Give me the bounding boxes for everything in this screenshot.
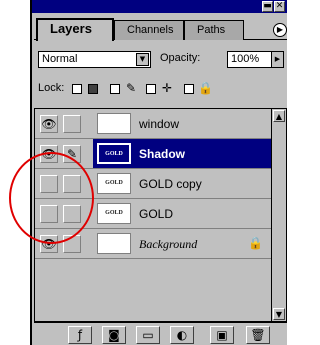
palette-tabs: Layers Channels Paths ▶ [34, 18, 287, 41]
lock-row: Lock: ✎ ✛ 🔒 [38, 81, 283, 97]
layers-scrollbar[interactable]: ▲ ▼ [272, 108, 287, 322]
blend-mode-select[interactable]: Normal ▼ [38, 51, 151, 68]
palette-bottom-bar: ƒ ◙ ▭ ◐ ▣ 🗑 [34, 322, 287, 345]
tab-paths[interactable]: Paths [184, 20, 244, 40]
layer-thumbnail: GOLD [97, 143, 131, 164]
lock-position-checkbox[interactable] [146, 84, 156, 94]
tab-layers[interactable]: Layers [36, 18, 114, 41]
layer-thumbnail [97, 233, 131, 254]
layer-style-button[interactable]: ƒ [68, 326, 92, 344]
opacity-arrow-button[interactable]: ▶ [271, 51, 284, 68]
eye-icon[interactable]: 👁 [40, 115, 58, 133]
brush-icon: ✎ [125, 81, 137, 95]
lock-pixels-grid-icon [88, 84, 98, 94]
layer-name: Shadow [139, 147, 186, 161]
opacity-label: Opacity: [160, 52, 201, 64]
palette-title-bar[interactable]: ▬ ✕ [32, 0, 287, 13]
lock-label: Lock: [38, 82, 65, 94]
link-slot[interactable] [63, 115, 81, 133]
trash-button[interactable]: 🗑 [246, 326, 270, 344]
lock-image-checkbox[interactable] [110, 84, 120, 94]
opacity-input[interactable]: 100% [227, 51, 272, 68]
layer-name-area[interactable]: GOLD Shadow [93, 139, 271, 168]
layer-name: GOLD [139, 207, 174, 221]
lock-all-checkbox[interactable] [184, 84, 194, 94]
lock-icon: 🔒 [248, 236, 263, 250]
layer-row-window[interactable]: 👁 window [35, 109, 271, 139]
layer-thumbnail: GOLD [97, 173, 131, 194]
layer-name-area[interactable]: GOLD GOLD [93, 199, 271, 228]
layer-thumbnail [97, 113, 131, 134]
layer-name: Background [139, 237, 198, 251]
layer-thumbnail: GOLD [97, 203, 131, 224]
lock-transparency-checkbox[interactable] [72, 84, 82, 94]
blend-mode-value: Normal [42, 53, 78, 65]
add-mask-button[interactable]: ◙ [102, 326, 126, 344]
new-layer-button[interactable]: ▣ [210, 326, 234, 344]
tab-channels[interactable]: Channels [114, 20, 184, 40]
layer-name: window [139, 117, 180, 131]
layer-name-area[interactable]: window [93, 109, 271, 138]
new-set-button[interactable]: ▭ [136, 326, 160, 344]
chevron-down-icon[interactable]: ▼ [136, 53, 149, 66]
scroll-down-icon[interactable]: ▼ [273, 308, 285, 320]
red-circle-annotation [9, 152, 94, 244]
palette-menu-icon[interactable]: ▶ [273, 23, 287, 37]
layer-name: GOLD copy [139, 177, 202, 191]
adjustment-layer-button[interactable]: ◐ [170, 326, 194, 344]
layer-name-area[interactable]: Background 🔒 [93, 229, 271, 258]
layer-name-area[interactable]: GOLD GOLD copy [93, 169, 271, 198]
blend-opacity-row: Normal ▼ Opacity: 100% ▶ [38, 51, 284, 69]
scroll-up-icon[interactable]: ▲ [273, 110, 285, 122]
move-icon: ✛ [161, 81, 173, 95]
lock-icon: 🔒 [198, 81, 213, 95]
minimize-button[interactable]: ▬ [262, 1, 273, 12]
close-button[interactable]: ✕ [274, 1, 285, 12]
